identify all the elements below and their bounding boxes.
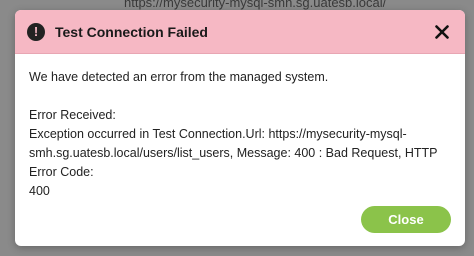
- modal-footer: Close: [361, 206, 451, 233]
- error-heading: Error Received:: [29, 108, 116, 122]
- alert-circle-icon: !: [27, 22, 45, 41]
- error-line-1: Exception occurred in Test Connection.Ur…: [29, 127, 407, 141]
- backdrop-url-text: https://mysecurity-mysql-smh.sg.uatesb.l…: [124, 0, 387, 10]
- error-line-3: 400: [29, 184, 50, 198]
- close-icon[interactable]: [431, 21, 453, 43]
- modal-title: Test Connection Failed: [55, 23, 208, 40]
- close-button[interactable]: Close: [361, 206, 451, 233]
- modal-header: ! Test Connection Failed: [15, 10, 465, 54]
- alert-glyph: !: [33, 24, 39, 39]
- modal-body: We have detected an error from the manag…: [15, 54, 465, 201]
- error-modal: ! Test Connection Failed We have detecte…: [15, 10, 465, 246]
- intro-text: We have detected an error from the manag…: [29, 70, 329, 84]
- error-line-2: smh.sg.uatesb.local/users/list_users, Me…: [29, 146, 438, 179]
